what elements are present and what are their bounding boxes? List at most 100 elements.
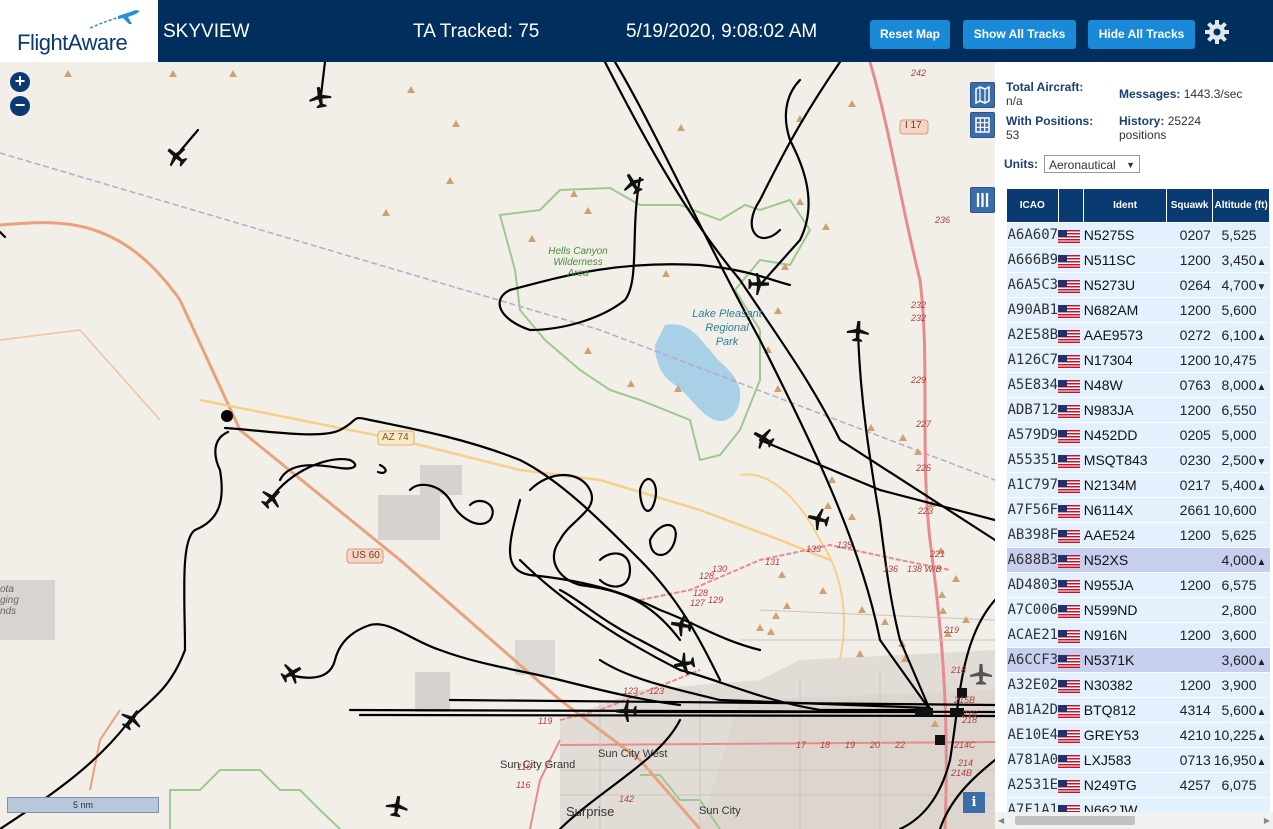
icao-cell: AD4803 bbox=[1006, 572, 1059, 598]
history-value: 25224 bbox=[1167, 114, 1202, 128]
route-num: 219 bbox=[944, 625, 960, 635]
route-num: 218 bbox=[962, 715, 978, 725]
ident-cell: N2134M bbox=[1083, 472, 1167, 498]
show-all-tracks-button[interactable]: Show All Tracks bbox=[963, 20, 1076, 49]
altitude-value: 5,600 bbox=[1221, 702, 1257, 718]
table-row[interactable]: AD4803 N955JA 1200 6,575 bbox=[1006, 572, 1270, 598]
plane-logo-icon bbox=[89, 10, 140, 29]
table-row[interactable]: A666B9 N511SC 1200 3,450▲ bbox=[1006, 247, 1270, 273]
info-button[interactable]: i bbox=[963, 792, 985, 813]
route-num: 116 bbox=[517, 762, 532, 772]
total-aircraft-value: n/a bbox=[1006, 94, 1023, 108]
icao-cell: ACAE21 bbox=[1006, 622, 1059, 648]
hide-all-tracks-button[interactable]: Hide All Tracks bbox=[1088, 20, 1195, 49]
grid-icon bbox=[975, 117, 990, 133]
us-flag-icon bbox=[1058, 429, 1081, 443]
route-num: 232 bbox=[911, 300, 927, 310]
table-row[interactable]: A6CCF3 N5371K 3,600▲ bbox=[1006, 647, 1270, 673]
route-num: 133 bbox=[806, 544, 822, 554]
us-flag-icon bbox=[1058, 579, 1081, 593]
table-row[interactable]: A7F56F N6114X 2661 10,600 bbox=[1006, 497, 1270, 523]
route-num: 20 bbox=[870, 740, 881, 750]
zoom-in-button[interactable]: + bbox=[10, 72, 30, 92]
horizontal-scrollbar[interactable]: ◀ ▶ bbox=[995, 812, 1273, 829]
route-num: 223 bbox=[918, 506, 934, 516]
route-num: 227 bbox=[916, 419, 932, 429]
table-row[interactable]: A90AB1 N682AM 1200 5,600 bbox=[1006, 297, 1270, 323]
altitude-value: 5,400 bbox=[1221, 477, 1257, 493]
history-unit: positions bbox=[1119, 128, 1167, 142]
table-row[interactable]: A781A0 LXJ583 0713 16,950▲ bbox=[1006, 747, 1270, 773]
altitude-cell: 16,950▲ bbox=[1212, 747, 1270, 773]
altitude-cell: 10,600 bbox=[1212, 497, 1270, 523]
table-row[interactable]: A32E02 N30382 1200 3,900 bbox=[1006, 672, 1270, 698]
table-row[interactable]: AB1A2D BTQ812 4314 5,600▲ bbox=[1006, 697, 1270, 723]
table-row[interactable]: A6A607 N5275S 0207 5,525 bbox=[1006, 222, 1270, 248]
scroll-right-icon[interactable]: ▶ bbox=[1264, 816, 1270, 825]
col-flag[interactable] bbox=[1057, 188, 1085, 223]
flightaware-logo[interactable]: FlightAware bbox=[0, 0, 158, 62]
scrollbar-thumb[interactable] bbox=[1015, 816, 1135, 825]
altitude-cell: 10,475 bbox=[1212, 347, 1270, 373]
route-num: 128 bbox=[693, 588, 709, 598]
messages-label: Messages: bbox=[1119, 87, 1181, 101]
col-icao[interactable]: ICAO bbox=[1006, 188, 1059, 223]
squawk-cell: 1200 bbox=[1166, 522, 1213, 548]
map-layer-button[interactable] bbox=[970, 82, 995, 108]
altitude-cell: 5,625 bbox=[1212, 522, 1270, 548]
altitude-cell: 3,450▲ bbox=[1212, 247, 1270, 273]
altitude-cell: 6,575 bbox=[1212, 572, 1270, 598]
table-row[interactable]: A55351 MSQT843 0230 2,500▼ bbox=[1006, 447, 1270, 473]
us-flag-icon bbox=[1058, 679, 1081, 693]
map-view[interactable]: Hells Canyon Wilderness Area Lake Pleasa… bbox=[0, 62, 995, 829]
table-row[interactable]: A5E834 N48W 0763 8,000▲ bbox=[1006, 372, 1270, 398]
us-flag-icon bbox=[1058, 304, 1081, 318]
settings-gear-icon[interactable] bbox=[1204, 19, 1230, 45]
table-row[interactable]: A2531E N249TG 4257 6,075 bbox=[1006, 772, 1270, 798]
altitude-value: 5,525 bbox=[1221, 227, 1257, 243]
icao-cell: A90AB1 bbox=[1006, 297, 1059, 323]
altitude-value: 3,900 bbox=[1221, 677, 1257, 693]
route-num: 130 bbox=[712, 564, 728, 574]
squawk-cell: 0713 bbox=[1166, 747, 1213, 773]
table-row[interactable]: A7C006 N599ND 2,800 bbox=[1006, 597, 1270, 623]
columns-button[interactable] bbox=[970, 187, 995, 213]
table-row[interactable]: AE10E4 GREY53 4210 10,225▲ bbox=[1006, 722, 1270, 748]
altitude-trend-icon: ▲ bbox=[1256, 757, 1267, 768]
route-num: 218 bbox=[951, 665, 967, 675]
table-row[interactable]: A579D9 N452DD 0205 5,000 bbox=[1006, 422, 1270, 448]
icao-cell: A7C006 bbox=[1006, 597, 1059, 623]
table-row[interactable]: A2E58B AAE9573 0272 6,100▲ bbox=[1006, 322, 1270, 348]
route-num: 221 bbox=[930, 549, 946, 559]
table-row[interactable]: ACAE21 N916N 1200 3,600 bbox=[1006, 622, 1270, 648]
altitude-cell: 8,000▲ bbox=[1212, 372, 1270, 398]
flag-cell bbox=[1058, 722, 1084, 748]
altitude-value: 5,600 bbox=[1221, 302, 1257, 318]
col-ident[interactable]: Ident bbox=[1083, 188, 1167, 223]
altitude-value: 4,000 bbox=[1221, 552, 1257, 568]
table-row[interactable]: A1C797 N2134M 0217 5,400▲ bbox=[1006, 472, 1270, 498]
total-aircraft-label: Total Aircraft: bbox=[1006, 80, 1084, 94]
col-altitude[interactable]: Altitude (ft) bbox=[1212, 188, 1270, 223]
table-row[interactable]: ADB712 N983JA 1200 6,550 bbox=[1006, 397, 1270, 423]
route-num: 129 bbox=[708, 595, 724, 605]
table-row[interactable]: A126C7 N17304 1200 10,475 bbox=[1006, 347, 1270, 373]
route-num: 214 bbox=[958, 758, 974, 768]
ident-cell: N30382 bbox=[1083, 672, 1167, 698]
aircraft-table-body: A6A607 N5275S 0207 5,525 A666B9 N511SC 1200 3,4… bbox=[1006, 222, 1270, 823]
table-row[interactable]: A688B3 N52XS 4,000▲ bbox=[1006, 547, 1270, 573]
scroll-left-icon[interactable]: ◀ bbox=[998, 816, 1004, 825]
altitude-cell: 6,550 bbox=[1212, 397, 1270, 423]
zoom-out-button[interactable]: − bbox=[10, 96, 30, 116]
altitude-value: 3,600 bbox=[1221, 652, 1257, 668]
altitude-value: 3,450 bbox=[1221, 252, 1257, 268]
units-select[interactable]: Aeronautical ▼ bbox=[1044, 155, 1140, 173]
grid-button[interactable] bbox=[970, 112, 995, 138]
table-row[interactable]: AB398F AAE524 1200 5,625 bbox=[1006, 522, 1270, 548]
col-squawk[interactable]: Squawk bbox=[1165, 188, 1214, 223]
reset-map-button[interactable]: Reset Map bbox=[870, 20, 950, 49]
table-row[interactable]: A6A5C3 N5273U 0264 4,700▼ bbox=[1006, 272, 1270, 298]
route-num: 17 bbox=[796, 740, 807, 750]
squawk-cell: 0272 bbox=[1166, 322, 1213, 348]
icao-cell: A6CCF3 bbox=[1006, 647, 1059, 673]
